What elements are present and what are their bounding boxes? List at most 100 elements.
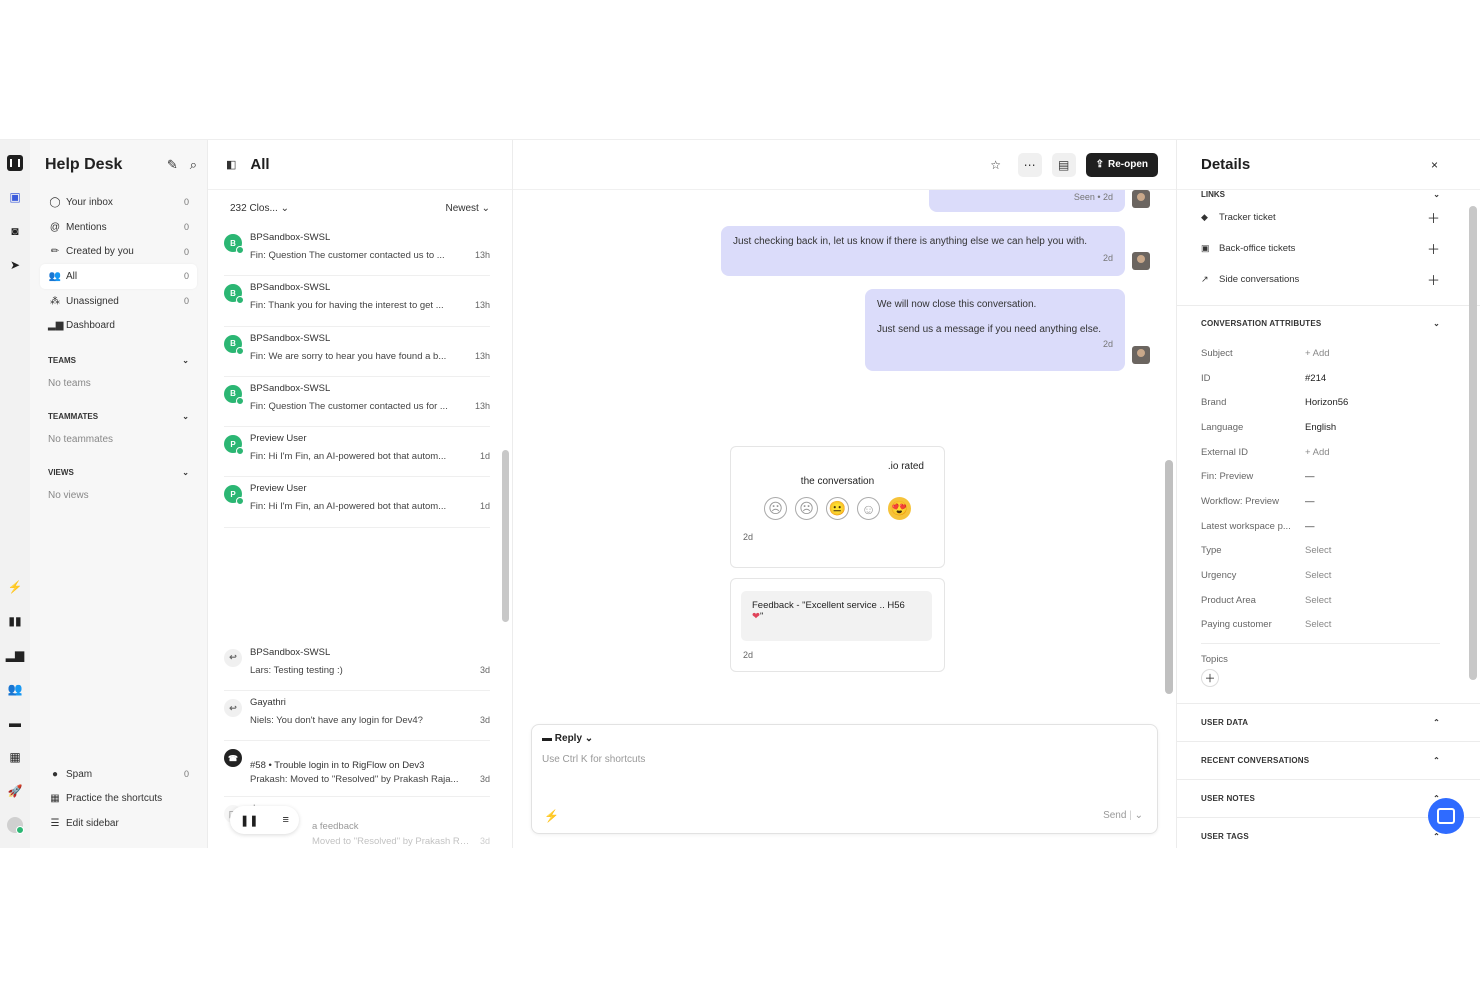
- nav-your-inbox[interactable]: ◯ Your inbox 0: [40, 190, 197, 215]
- attribute-value[interactable]: Select: [1305, 595, 1331, 606]
- more-options-icon[interactable]: ⋯: [1017, 152, 1042, 177]
- conversation-time: 3d: [479, 664, 490, 675]
- attribute-row[interactable]: Latest workspace p... —: [1177, 514, 1480, 539]
- user-avatar[interactable]: [6, 816, 24, 834]
- attribute-row[interactable]: Paying customer Select: [1177, 613, 1480, 638]
- attribute-row[interactable]: External ID + Add: [1177, 440, 1480, 465]
- contacts-icon[interactable]: 👥: [6, 680, 24, 698]
- links-section-header[interactable]: LINKS ⌄: [1177, 190, 1480, 202]
- attribute-row[interactable]: ID #214: [1177, 366, 1480, 391]
- add-topic-icon[interactable]: ＋: [1201, 669, 1219, 688]
- pause-icon[interactable]: ❚❚: [240, 814, 258, 827]
- add-icon[interactable]: ＋: [1427, 270, 1440, 289]
- list-scrollbar-thumb[interactable]: [502, 450, 509, 622]
- attribute-row[interactable]: Product Area Select: [1177, 588, 1480, 613]
- attribute-value[interactable]: Select: [1305, 545, 1331, 556]
- list-item[interactable]: B BPSandbox-SWSL Fin: We are sorry to he…: [224, 327, 490, 377]
- fin-bot-icon[interactable]: ◙: [6, 222, 24, 240]
- snooze-icon[interactable]: ▤: [1051, 152, 1076, 177]
- reply-mode-dropdown[interactable]: ▬ Reply ⌄: [532, 725, 1157, 744]
- nav-count: 0: [183, 296, 189, 307]
- attribute-value[interactable]: #214: [1305, 373, 1326, 384]
- list-item[interactable]: B BPSandbox-SWSL Fin: Question The custo…: [224, 226, 490, 277]
- reopen-button[interactable]: ⇪ Re-open: [1085, 152, 1158, 177]
- link-label: Back-office tickets: [1219, 243, 1296, 254]
- automation-bolt-icon[interactable]: ⚡: [6, 578, 24, 596]
- list-item[interactable]: P Preview User Fin: Hi I'm Fin, an AI-po…: [224, 427, 490, 478]
- send-button[interactable]: Send | ⌄: [1103, 810, 1143, 821]
- add-icon[interactable]: ＋: [1427, 208, 1440, 227]
- conversation-attributes-header[interactable]: CONVERSATION ATTRIBUTES ⌄: [1177, 305, 1480, 341]
- messages-icon[interactable]: ▬: [6, 714, 24, 732]
- nav-count: 0: [183, 246, 189, 257]
- reports-icon[interactable]: ▂▆: [6, 646, 24, 664]
- attribute-row[interactable]: Workflow: Preview —: [1177, 489, 1480, 514]
- sort-dropdown[interactable]: Newest ⌄: [445, 203, 490, 214]
- attribute-row[interactable]: Urgency Select: [1177, 563, 1480, 588]
- attribute-value[interactable]: —: [1305, 471, 1315, 482]
- messenger-launcher-icon[interactable]: [1428, 798, 1464, 834]
- search-icon[interactable]: ⌕: [190, 157, 197, 173]
- back-office-tickets-link[interactable]: ▣ Back-office tickets ＋: [1177, 233, 1480, 264]
- list-item[interactable]: B BPSandbox-SWSL Fin: Thank you for havi…: [224, 276, 490, 327]
- list-item[interactable]: P Preview User Fin: Hi I'm Fin, an AI-po…: [224, 477, 490, 528]
- angry-face-icon: ☹: [764, 497, 787, 520]
- star-icon[interactable]: ☆: [984, 153, 1008, 177]
- attribute-row[interactable]: Fin: Preview —: [1177, 464, 1480, 489]
- list-item[interactable]: B BPSandbox-SWSL Fin: Question The custo…: [224, 377, 490, 428]
- conversation-name: BPSandbox-SWSL: [250, 232, 331, 243]
- teammates-section-header[interactable]: TEAMMATES ⌄: [40, 404, 197, 428]
- reply-input[interactable]: Use Ctrl K for shortcuts: [532, 744, 1157, 765]
- nav-unassigned[interactable]: ⁂ Unassigned 0: [40, 289, 197, 314]
- nav-mentions[interactable]: @ Mentions 0: [40, 215, 197, 240]
- launch-rocket-icon[interactable]: 🚀: [6, 782, 24, 800]
- conversation-scrollbar[interactable]: [1164, 190, 1174, 708]
- apps-grid-icon[interactable]: ▦: [6, 748, 24, 766]
- scrollbar-thumb[interactable]: [1165, 460, 1173, 694]
- shortcuts-bolt-icon[interactable]: ⚡: [544, 809, 559, 823]
- attribute-value[interactable]: Select: [1305, 619, 1331, 630]
- attribute-value[interactable]: Select: [1305, 570, 1331, 581]
- keyboard-icon: ▦: [50, 793, 60, 805]
- list-item[interactable]: ↩ Gayathri Niels: You don't have any log…: [224, 691, 490, 742]
- list-item[interactable]: ↩ BPSandbox-SWSL Lars: Testing testing :…: [224, 641, 490, 692]
- toggle-sidebar-icon[interactable]: ◧: [226, 158, 236, 171]
- attribute-row[interactable]: Subject + Add: [1177, 341, 1480, 366]
- attribute-value[interactable]: + Add: [1305, 348, 1330, 359]
- add-icon[interactable]: ＋: [1427, 239, 1440, 258]
- app-logo-icon[interactable]: [6, 154, 24, 172]
- views-section-header[interactable]: VIEWS ⌄: [40, 460, 197, 484]
- details-scrollbar[interactable]: [1469, 206, 1477, 680]
- attribute-row[interactable]: Language English: [1177, 415, 1480, 440]
- list-item[interactable]: ☎ #58 • Trouble login in to RigFlow on D…: [224, 741, 490, 798]
- teams-section-header[interactable]: TEAMS ⌄: [40, 348, 197, 372]
- nav-practice-shortcuts[interactable]: ▦ Practice the shortcuts: [40, 787, 197, 812]
- knowledge-book-icon[interactable]: ▮▮: [6, 612, 24, 630]
- attribute-value[interactable]: English: [1305, 422, 1336, 433]
- nav-spam[interactable]: ● Spam 0: [40, 762, 197, 787]
- status-filter[interactable]: 232 Clos... ⌄: [230, 203, 445, 214]
- attribute-value[interactable]: Horizon56: [1305, 397, 1348, 408]
- nav-all[interactable]: 👥 All 0: [40, 264, 197, 289]
- close-icon[interactable]: ×: [1431, 158, 1438, 172]
- attribute-value[interactable]: —: [1305, 521, 1315, 532]
- side-conversations-link[interactable]: ↗ Side conversations ＋: [1177, 264, 1480, 295]
- inbox-icon[interactable]: ▣: [6, 188, 24, 206]
- attribute-key: Latest workspace p...: [1201, 520, 1291, 532]
- attribute-value[interactable]: —: [1305, 496, 1315, 507]
- tracker-ticket-link[interactable]: ◆ Tracker ticket ＋: [1177, 202, 1480, 233]
- attribute-row[interactable]: Type Select: [1177, 539, 1480, 564]
- nav-created-by-you[interactable]: ✏ Created by you 0: [40, 239, 197, 264]
- attribute-row[interactable]: Brand Horizon56: [1177, 390, 1480, 415]
- attribute-value[interactable]: + Add: [1305, 447, 1330, 458]
- details-section-header[interactable]: RECENT CONVERSATIONS ⌃: [1177, 741, 1480, 779]
- reply-composer[interactable]: ▬ Reply ⌄ Use Ctrl K for shortcuts ⚡ Sen…: [531, 724, 1158, 834]
- list-view-icon[interactable]: ≡: [282, 814, 288, 826]
- conversation-title: #58 • Trouble login in to RigFlow on Dev…: [250, 760, 425, 772]
- nav-dashboard[interactable]: ▂▆ Dashboard: [40, 313, 197, 338]
- nav-edit-sidebar[interactable]: ☰ Edit sidebar: [40, 811, 197, 836]
- outbound-icon[interactable]: ➤: [6, 256, 24, 274]
- details-section-header[interactable]: USER DATA ⌃: [1177, 703, 1480, 741]
- seen-status: Seen • 2d: [1073, 192, 1113, 202]
- compose-icon[interactable]: ✎: [167, 157, 178, 173]
